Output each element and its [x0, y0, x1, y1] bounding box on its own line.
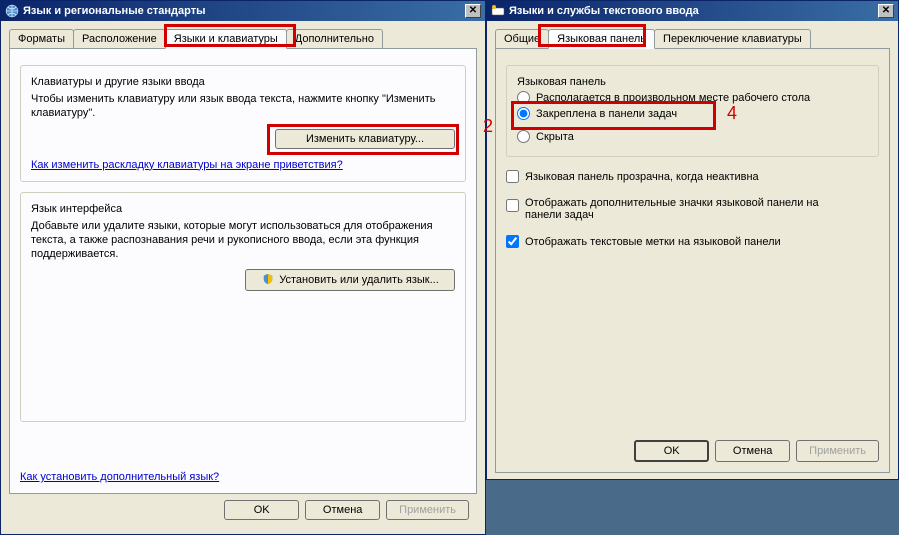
radio-docked-input[interactable]	[517, 107, 530, 120]
content-right: Общие Языковая панель Переключение клави…	[487, 21, 898, 479]
tab-formats[interactable]: Форматы	[9, 29, 74, 48]
title-text-right: Языки и службы текстового ввода	[509, 5, 699, 17]
apply-button-left[interactable]: Применить	[386, 500, 469, 520]
cancel-button-right[interactable]: Отмена	[715, 440, 790, 462]
link-install-additional[interactable]: Как установить дополнительный язык?	[20, 471, 219, 483]
close-button-left[interactable]: ✕	[465, 4, 481, 18]
check-transparent-input[interactable]	[506, 170, 519, 183]
group-ui-language-legend: Язык интерфейса	[31, 203, 122, 215]
tab-keyboard-switch[interactable]: Переключение клавиатуры	[654, 29, 811, 48]
button-row-left: OK Отмена Применить	[9, 494, 477, 528]
apply-button-right[interactable]: Применить	[796, 440, 879, 462]
ok-button-right[interactable]: OK	[634, 440, 709, 462]
tabs-right: Общие Языковая панель Переключение клави…	[495, 29, 890, 48]
check-text-labels[interactable]: Отображать текстовые метки на языковой п…	[506, 235, 879, 248]
radio-float[interactable]: Располагается в произвольном месте рабоч…	[517, 91, 868, 104]
shield-icon	[261, 273, 275, 287]
link-change-layout[interactable]: Как изменить раскладку клавиатуры на экр…	[31, 159, 343, 171]
tab-additional[interactable]: Дополнительно	[286, 29, 383, 48]
change-keyboard-button[interactable]: Изменить клавиатуру...	[275, 129, 455, 149]
tab-location[interactable]: Расположение	[73, 29, 166, 48]
button-row-right: OK Отмена Применить	[506, 432, 879, 462]
install-remove-language-button[interactable]: Установить или удалить язык...	[245, 269, 455, 291]
titlebar-right[interactable]: Языки и службы текстового ввода ✕	[487, 1, 898, 21]
content-left: Форматы Расположение Языки и клавиатуры …	[1, 21, 485, 534]
radio-float-input[interactable]	[517, 91, 530, 104]
radio-docked[interactable]: Закреплена в панели задач	[517, 107, 868, 120]
group-keyboards-desc: Чтобы изменить клавиатуру или язык ввода…	[31, 92, 455, 121]
radio-hidden[interactable]: Скрыта	[517, 130, 868, 143]
title-text: Язык и региональные стандарты	[23, 5, 206, 17]
globe-icon	[5, 4, 19, 18]
tab-body-right: 3 Языковая панель Располагается в произв…	[495, 48, 890, 473]
text-input-services-window: Языки и службы текстового ввода ✕ Общие …	[486, 0, 899, 480]
ok-button-left[interactable]: OK	[224, 500, 299, 520]
group-ui-language-desc: Добавьте или удалите языки, которые могу…	[31, 219, 455, 262]
titlebar-left[interactable]: Язык и региональные стандарты ✕	[1, 1, 485, 21]
group-ui-language: Язык интерфейса Добавьте или удалите язы…	[20, 192, 466, 422]
check-extra-icons[interactable]: Отображать дополнительные значки языково…	[506, 197, 879, 221]
check-extra-icons-input[interactable]	[506, 199, 519, 212]
check-transparent[interactable]: Языковая панель прозрачна, когда неактив…	[506, 170, 879, 183]
group-keyboards-legend: Клавиатуры и другие языки ввода	[31, 76, 205, 88]
close-button-right[interactable]: ✕	[878, 4, 894, 18]
group-language-bar: Языковая панель Располагается в произвол…	[506, 65, 879, 157]
tab-languages-keyboards[interactable]: Языки и клавиатуры	[165, 29, 287, 49]
tab-general[interactable]: Общие	[495, 29, 549, 48]
group-keyboards: Клавиатуры и другие языки ввода Чтобы из…	[20, 65, 466, 182]
region-language-window: Язык и региональные стандарты ✕ Форматы …	[0, 0, 486, 535]
group-language-bar-legend: Языковая панель	[517, 76, 606, 88]
keyboard-input-icon	[491, 4, 505, 18]
cancel-button-left[interactable]: Отмена	[305, 500, 380, 520]
radio-hidden-input[interactable]	[517, 130, 530, 143]
check-text-labels-input[interactable]	[506, 235, 519, 248]
tabs-left: Форматы Расположение Языки и клавиатуры …	[9, 29, 477, 48]
tab-language-bar[interactable]: Языковая панель	[548, 29, 655, 49]
tab-body-left: 1 Клавиатуры и другие языки ввода Чтобы …	[9, 48, 477, 494]
